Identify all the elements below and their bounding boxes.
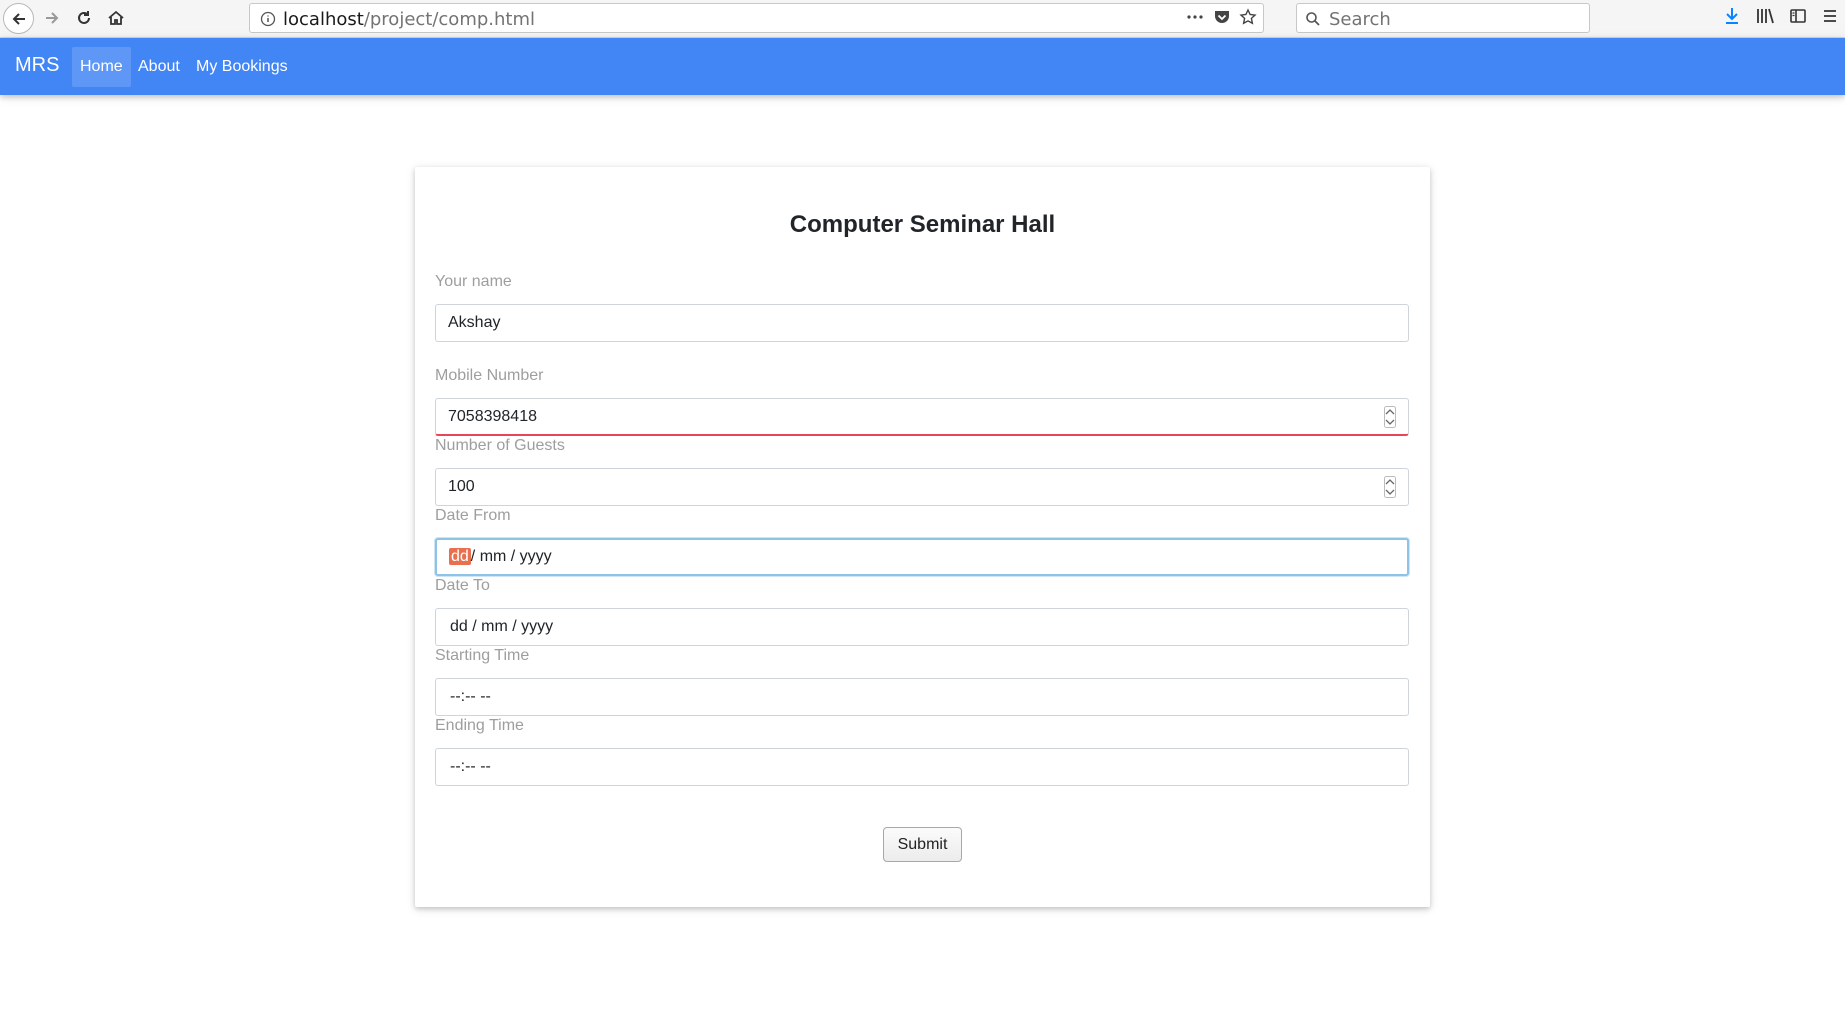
brand-logo[interactable]: MRS xyxy=(15,54,59,77)
bookmark-star-icon[interactable] xyxy=(1239,8,1257,26)
arrow-right-icon xyxy=(46,12,59,24)
home-icon xyxy=(108,10,124,25)
name-label: Your name xyxy=(435,273,512,290)
home-button[interactable] xyxy=(101,3,131,33)
search-icon xyxy=(1306,12,1320,26)
guests-value: 100 xyxy=(448,478,475,495)
end-time-label: Ending Time xyxy=(435,717,524,734)
date-from-input[interactable]: dd / mm / yyyy xyxy=(435,538,1409,576)
search-placeholder: Search xyxy=(1329,9,1391,30)
forward-button[interactable] xyxy=(37,3,67,33)
arrow-left-icon xyxy=(12,12,25,25)
menu-icon[interactable] xyxy=(1821,7,1839,25)
date-from-rest: / mm / yyyy xyxy=(470,548,552,565)
url-host: localhost xyxy=(283,9,364,30)
pocket-icon[interactable] xyxy=(1213,8,1231,26)
reload-icon xyxy=(78,11,90,24)
submit-button[interactable]: Submit xyxy=(883,827,962,862)
info-icon[interactable] xyxy=(260,11,276,27)
booking-form-card: Computer Seminar Hall Your name Akshay M… xyxy=(415,167,1430,907)
date-to-value: dd / mm / yyyy xyxy=(450,618,554,635)
mobile-input[interactable]: 7058398418 xyxy=(435,398,1409,436)
more-actions-icon[interactable] xyxy=(1185,9,1205,25)
nav-link-about[interactable]: About xyxy=(130,47,188,87)
form-title: Computer Seminar Hall xyxy=(789,211,1056,238)
url-bar[interactable]: localhost/project/comp.html xyxy=(249,3,1264,33)
reload-button[interactable] xyxy=(69,3,99,33)
nav-link-my-bookings[interactable]: My Bookings xyxy=(188,47,296,87)
main-navbar: MRS Home About My Bookings xyxy=(0,38,1845,95)
name-value: Akshay xyxy=(448,314,501,331)
url-text[interactable]: localhost/project/comp.html xyxy=(283,9,535,30)
date-to-label: Date To xyxy=(435,577,490,594)
browser-toolbar: localhost/project/comp.html Search xyxy=(0,0,1845,38)
end-time-input[interactable]: --:-- -- xyxy=(435,748,1409,786)
mobile-value: 7058398418 xyxy=(448,408,537,425)
url-path: /project/comp.html xyxy=(363,9,536,30)
guests-input[interactable]: 100 xyxy=(435,468,1409,506)
sidebar-icon[interactable] xyxy=(1789,7,1807,25)
date-from-day-segment[interactable]: dd xyxy=(449,548,471,565)
end-time-value: --:-- -- xyxy=(450,758,491,775)
start-time-input[interactable]: --:-- -- xyxy=(435,678,1409,716)
guests-label: Number of Guests xyxy=(435,437,565,454)
name-input[interactable]: Akshay xyxy=(435,304,1409,342)
date-to-input[interactable]: dd / mm / yyyy xyxy=(435,608,1409,646)
start-time-value: --:-- -- xyxy=(450,688,491,705)
search-bar[interactable]: Search xyxy=(1296,3,1590,33)
library-icon[interactable] xyxy=(1755,7,1775,25)
back-button[interactable] xyxy=(3,3,34,34)
number-spinner-icon[interactable] xyxy=(1384,406,1396,428)
mobile-label: Mobile Number xyxy=(435,367,544,384)
nav-link-home[interactable]: Home xyxy=(72,47,131,87)
download-icon[interactable] xyxy=(1723,6,1741,26)
date-from-label: Date From xyxy=(435,507,511,524)
number-spinner-icon[interactable] xyxy=(1384,476,1396,498)
start-time-label: Starting Time xyxy=(435,647,530,664)
